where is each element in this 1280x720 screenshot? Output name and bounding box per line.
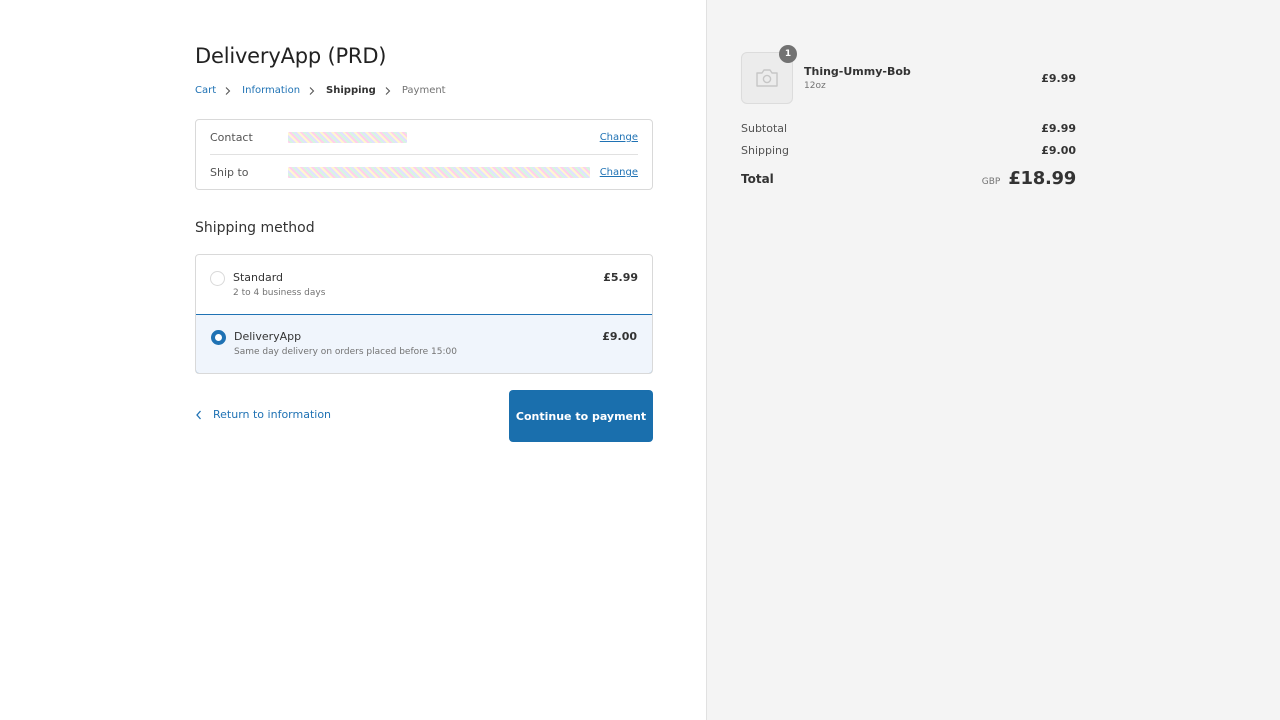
ship-to-label: Ship to bbox=[210, 166, 249, 179]
contact-label: Contact bbox=[210, 130, 253, 144]
total-label: Total bbox=[741, 171, 774, 186]
radio-checked[interactable] bbox=[211, 330, 226, 345]
breadcrumb-payment: Payment bbox=[401, 85, 446, 96]
shipping-methods: Standard 2 to 4 business days £5.99 Deli… bbox=[195, 254, 653, 374]
chevron-left-icon bbox=[195, 410, 203, 420]
subtotal-row: Subtotal £9.99 bbox=[741, 122, 1076, 135]
method-price: £9.00 bbox=[602, 330, 637, 343]
total-row: Total GBP £18.99 bbox=[741, 168, 1076, 189]
order-line-item: 1 Thing-Ummy-Bob 12oz £9.99 bbox=[741, 45, 1076, 104]
checkout-main: DeliveryApp (PRD) Cart Information Shipp… bbox=[0, 0, 706, 720]
camera-icon bbox=[756, 69, 778, 87]
chevron-right-icon bbox=[385, 86, 393, 96]
subtotal-value: £9.99 bbox=[1041, 122, 1076, 135]
shipping-option-standard[interactable]: Standard 2 to 4 business days £5.99 bbox=[196, 255, 652, 314]
method-name: Standard bbox=[233, 271, 284, 284]
product-variant: 12oz bbox=[804, 81, 826, 91]
shipping-row: Shipping £9.00 bbox=[741, 144, 1076, 157]
product-name: Thing-Ummy-Bob bbox=[804, 65, 911, 78]
store-title: DeliveryApp (PRD) bbox=[195, 44, 387, 68]
currency-code: GBP bbox=[981, 177, 1001, 187]
chevron-right-icon bbox=[309, 86, 317, 96]
breadcrumb-cart[interactable]: Cart bbox=[195, 85, 216, 96]
total-amount: GBP £18.99 bbox=[981, 168, 1077, 189]
return-label: Return to information bbox=[213, 408, 332, 421]
shipping-option-deliveryapp[interactable]: DeliveryApp Same day delivery on orders … bbox=[196, 314, 652, 373]
order-summary-sidebar bbox=[706, 0, 1280, 720]
review-shipto-row: Ship to Change bbox=[210, 155, 638, 190]
review-contact-row: Contact Change bbox=[210, 120, 638, 155]
ship-to-value-redacted bbox=[288, 167, 590, 178]
chevron-right-icon bbox=[225, 86, 233, 96]
breadcrumb-information[interactable]: Information bbox=[242, 85, 300, 96]
subtotal-label: Subtotal bbox=[741, 122, 788, 135]
quantity-badge: 1 bbox=[779, 45, 797, 63]
contact-value-redacted bbox=[288, 131, 407, 143]
total-value: £18.99 bbox=[1008, 168, 1076, 189]
method-price: £5.99 bbox=[603, 271, 638, 284]
method-description: 2 to 4 business days bbox=[233, 288, 326, 298]
method-name: DeliveryApp bbox=[234, 330, 302, 343]
radio-unchecked[interactable] bbox=[210, 271, 225, 286]
breadcrumb-shipping: Shipping bbox=[326, 85, 376, 96]
product-price: £9.99 bbox=[1041, 72, 1076, 85]
change-contact-link[interactable]: Change bbox=[600, 132, 638, 143]
shipping-label: Shipping bbox=[741, 144, 789, 157]
shipping-value: £9.00 bbox=[1041, 144, 1076, 157]
continue-to-payment-button[interactable]: Continue to payment bbox=[509, 390, 653, 442]
return-to-information-link[interactable]: Return to information bbox=[195, 408, 331, 421]
change-ship-to-link[interactable]: Change bbox=[600, 167, 638, 178]
shipping-method-heading: Shipping method bbox=[195, 220, 315, 236]
breadcrumb: Cart Information Shipping Payment bbox=[195, 85, 446, 96]
review-block: Contact Change Ship to Change bbox=[195, 119, 653, 190]
method-description: Same day delivery on orders placed befor… bbox=[234, 347, 457, 357]
